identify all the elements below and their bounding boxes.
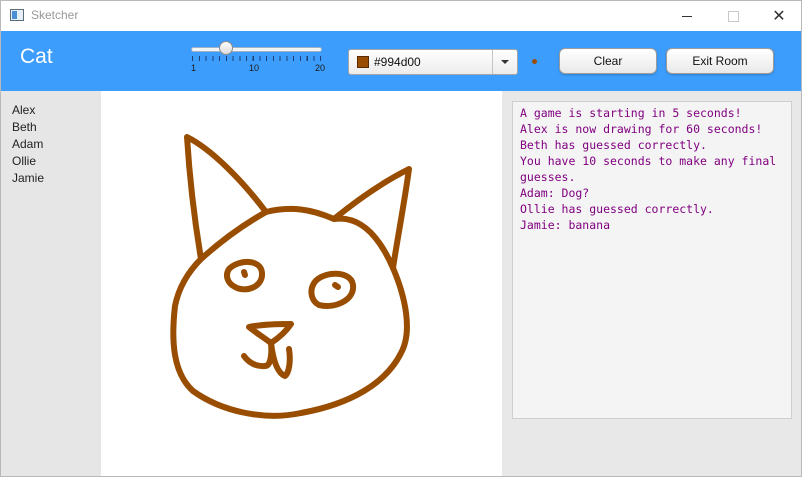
cat-left-pupil: [241, 269, 248, 278]
color-picker[interactable]: #994d00: [348, 49, 518, 75]
maximize-icon: [727, 10, 739, 22]
brush-preview: [532, 59, 537, 64]
sketcher-window: Sketcher ✕ Cat 1 10 20 #994d00 Clear Exi…: [0, 0, 802, 477]
chat-message: Jamie: banana: [520, 218, 611, 232]
current-word: Cat: [20, 45, 53, 68]
exit-room-button[interactable]: Exit Room: [666, 48, 774, 74]
slider-tick-label-max: 20: [315, 63, 326, 73]
chat-message: You have 10 seconds to make any final gu…: [520, 154, 784, 184]
cat-mouth: [241, 340, 275, 370]
cat-right-eye: [308, 270, 357, 309]
title-bar[interactable]: Sketcher ✕: [1, 1, 801, 31]
window-title: Sketcher: [31, 8, 79, 22]
drawing-canvas[interactable]: [101, 91, 502, 476]
drawing: [170, 134, 412, 419]
chat-message: Ollie has guessed correctly.: [520, 202, 714, 216]
player-list: Alex Beth Adam Ollie Jamie: [1, 91, 101, 476]
slider-ticks: [192, 56, 321, 61]
chat-panel: A game is starting in 5 seconds! Alex is …: [502, 91, 801, 476]
game-header: Cat 1 10 20 #994d00 Clear Exit Room: [1, 31, 801, 91]
clear-button[interactable]: Clear: [559, 48, 657, 74]
cat-right-ear-stroke: [331, 215, 396, 271]
slider-thumb[interactable]: [219, 41, 234, 55]
cat-nose: [246, 321, 294, 346]
minimize-button[interactable]: [664, 1, 710, 31]
close-button[interactable]: ✕: [756, 1, 801, 31]
chat-log[interactable]: A game is starting in 5 seconds! Alex is …: [512, 101, 792, 419]
player-item: Jamie: [12, 171, 45, 185]
player-item: Adam: [12, 137, 44, 151]
color-value: #994d00: [374, 55, 421, 69]
cat-left-ear-stroke: [198, 209, 269, 262]
player-item: Ollie: [12, 154, 37, 168]
slider-track[interactable]: [191, 47, 322, 52]
player-item: Beth: [12, 120, 37, 134]
chevron-down-icon[interactable]: [492, 50, 517, 74]
player-item: Alex: [12, 103, 36, 117]
chat-message: Adam: Dog?: [520, 186, 590, 200]
maximize-button[interactable]: [710, 1, 756, 31]
color-swatch: [357, 56, 369, 68]
chat-message: A game is starting in 5 seconds!: [520, 106, 742, 120]
slider-tick-label-mid: 10: [249, 63, 260, 73]
app-icon: [10, 9, 24, 21]
slider-tick-label-min: 1: [191, 63, 197, 73]
chat-message: Beth has guessed correctly.: [520, 138, 707, 152]
minimize-icon: [682, 15, 692, 17]
chat-message: Alex is now drawing for 60 seconds!: [520, 122, 763, 136]
cat-right-pupil: [332, 282, 341, 290]
cat-head-stroke: [170, 134, 412, 419]
cat-mouth-right: [268, 340, 293, 379]
close-icon: ✕: [772, 8, 786, 25]
brush-size-slider[interactable]: 1 10 20: [191, 41, 326, 77]
